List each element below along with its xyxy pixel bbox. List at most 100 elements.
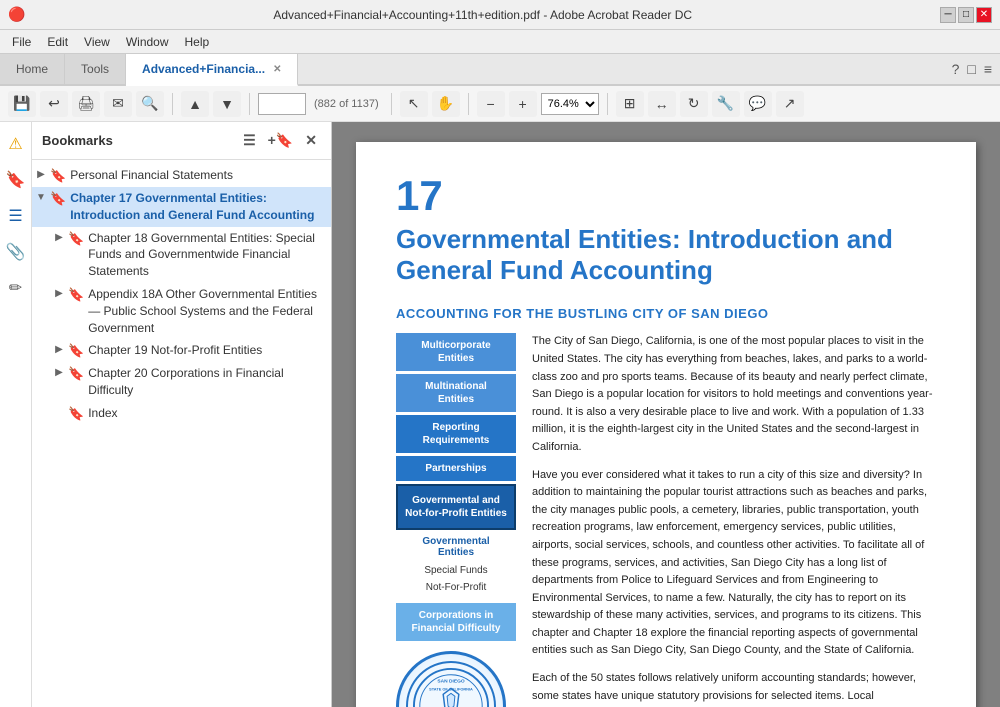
maximize-button[interactable]: □ bbox=[958, 7, 974, 23]
signin-icon[interactable]: □ bbox=[967, 61, 975, 77]
zoom-select[interactable]: 76.4% 50% 75% 100% 150% bbox=[541, 93, 599, 115]
list-item[interactable]: ▶ 🔖 Chapter 19 Not-for-Profit Entities bbox=[32, 339, 331, 362]
page-count: (882 of 1137) bbox=[314, 98, 379, 110]
toolbar: 💾 ↩ 🖨 ✉ 🔍 ▲ ▼ 849 (882 of 1137) ↖ ✋ − + … bbox=[0, 86, 1000, 122]
bookmark-marker: 🔖 bbox=[50, 168, 66, 184]
left-nav: MulticorporateEntities MultinationalEnti… bbox=[396, 333, 516, 707]
comment-button[interactable]: 💬 bbox=[744, 91, 772, 117]
tab-tools-label: Tools bbox=[81, 62, 109, 76]
help-icon[interactable]: ? bbox=[952, 61, 960, 77]
bookmark-marker: 🔖 bbox=[68, 287, 84, 303]
signature-icon[interactable]: ✏ bbox=[5, 274, 26, 302]
app-icon: 🔴 bbox=[8, 6, 25, 23]
chapter-number: 17 bbox=[396, 172, 936, 220]
panel-header: Bookmarks ☰ +🔖 ✕ bbox=[32, 122, 331, 160]
tab-home-label: Home bbox=[16, 62, 48, 76]
menu-help[interactable]: Help bbox=[177, 33, 218, 51]
select-tool-button[interactable]: ↖ bbox=[400, 91, 428, 117]
tab-spacer bbox=[298, 54, 943, 84]
bookmark-marker: 🔖 bbox=[68, 406, 84, 422]
tab-document[interactable]: Advanced+Financia... ✕ bbox=[126, 54, 298, 86]
panel-menu-button[interactable]: ☰ bbox=[239, 130, 260, 151]
bm-text: Chapter 17 Governmental Entities: Introd… bbox=[70, 190, 323, 224]
content-layout: MulticorporateEntities MultinationalEnti… bbox=[396, 333, 936, 707]
list-item[interactable]: ▶ 🔖 Personal Financial Statements bbox=[32, 164, 331, 187]
menu-window[interactable]: Window bbox=[118, 33, 177, 51]
bookmark-marker: 🔖 bbox=[68, 343, 84, 359]
panel-add-button[interactable]: +🔖 bbox=[264, 130, 298, 151]
tools-button[interactable]: 🔧 bbox=[712, 91, 740, 117]
panel-close-button[interactable]: ✕ bbox=[301, 130, 321, 151]
page-input[interactable]: 849 bbox=[258, 93, 306, 115]
nav-item-corporations: Corporations inFinancial Difficulty bbox=[396, 603, 516, 641]
prev-page-button[interactable]: ▲ bbox=[181, 91, 209, 117]
warning-icon: ⚠ bbox=[4, 130, 26, 158]
bm-text: Index bbox=[88, 405, 117, 422]
tab-document-label: Advanced+Financia... bbox=[142, 62, 265, 76]
hand-tool-button[interactable]: ✋ bbox=[432, 91, 460, 117]
nav-item-reporting: ReportingRequirements bbox=[396, 415, 516, 453]
more-icon[interactable]: ≡ bbox=[984, 61, 992, 77]
save-button[interactable]: 💾 bbox=[8, 91, 36, 117]
menu-bar: File Edit View Window Help bbox=[0, 30, 1000, 54]
panel-title: Bookmarks bbox=[42, 133, 113, 148]
pdf-area[interactable]: 17 Governmental Entities: Introduction a… bbox=[332, 122, 1000, 707]
list-item[interactable]: 🔖 Index bbox=[32, 402, 331, 425]
attachment-icon[interactable]: 📎 bbox=[2, 238, 30, 266]
paragraph-1: The City of San Diego, California, is on… bbox=[532, 333, 936, 456]
nav-item-multinational: MultinationalEntities bbox=[396, 374, 516, 412]
bm-text: Personal Financial Statements bbox=[70, 167, 233, 184]
bookmark-marker: 🔖 bbox=[68, 366, 84, 382]
fit-page-button[interactable]: ⊞ bbox=[616, 91, 644, 117]
rotate-button[interactable]: ↻ bbox=[680, 91, 708, 117]
close-button[interactable]: ✕ bbox=[976, 7, 992, 23]
bookmarks-panel-icon[interactable]: ☰ bbox=[4, 202, 26, 230]
tab-close-button[interactable]: ✕ bbox=[273, 64, 281, 75]
sep5 bbox=[607, 93, 608, 115]
nav-item-notforprofit: Not-For-Profit bbox=[396, 580, 516, 595]
expand-icon[interactable]: ▶ bbox=[50, 367, 68, 378]
search-button[interactable]: 🔍 bbox=[136, 91, 164, 117]
bookmark-marker: 🔖 bbox=[50, 191, 66, 207]
pdf-page: 17 Governmental Entities: Introduction a… bbox=[356, 142, 976, 707]
sep3 bbox=[391, 93, 392, 115]
title-bar-left: 🔴 bbox=[8, 6, 25, 23]
expand-icon[interactable]: ▶ bbox=[32, 169, 50, 180]
minimize-button[interactable]: ─ bbox=[940, 7, 956, 23]
main-area: ⚠ 🔖 ☰ 📎 ✏ Bookmarks ☰ +🔖 ✕ ▶ 🔖 Personal … bbox=[0, 122, 1000, 707]
sep4 bbox=[468, 93, 469, 115]
list-item[interactable]: ▶ 🔖 Appendix 18A Other Governmental Enti… bbox=[32, 283, 331, 339]
side-icons: ⚠ 🔖 ☰ 📎 ✏ bbox=[0, 122, 32, 707]
menu-file[interactable]: File bbox=[4, 33, 39, 51]
paragraph-3: Each of the 50 states follows relatively… bbox=[532, 670, 936, 707]
tab-tools[interactable]: Tools bbox=[65, 54, 126, 84]
expand-icon[interactable]: ▶ bbox=[50, 288, 68, 299]
menu-view[interactable]: View bbox=[76, 33, 118, 51]
bookmark-marker: 🔖 bbox=[68, 231, 84, 247]
fit-width-button[interactable]: ↔ bbox=[648, 91, 676, 117]
zoom-in-button[interactable]: + bbox=[509, 91, 537, 117]
bm-text: Chapter 20 Corporations in Financial Dif… bbox=[88, 365, 323, 399]
undo-button[interactable]: ↩ bbox=[40, 91, 68, 117]
email-button[interactable]: ✉ bbox=[104, 91, 132, 117]
print-button[interactable]: 🖨 bbox=[72, 91, 100, 117]
bm-text: Appendix 18A Other Governmental Entities… bbox=[88, 286, 323, 336]
share-button[interactable]: ↗ bbox=[776, 91, 804, 117]
title-bar: 🔴 Advanced+Financial+Accounting+11th+edi… bbox=[0, 0, 1000, 30]
chapter-title: Governmental Entities: Introduction and … bbox=[396, 224, 936, 286]
next-page-button[interactable]: ▼ bbox=[213, 91, 241, 117]
seal-svg: SAN DIEGO STATE OF CALIFORNIA SEMPER VIG… bbox=[411, 667, 491, 707]
list-item[interactable]: ▶ 🔖 Chapter 18 Governmental Entities: Sp… bbox=[32, 227, 331, 283]
bookmark-icon[interactable]: 🔖 bbox=[2, 166, 30, 194]
menu-edit[interactable]: Edit bbox=[39, 33, 76, 51]
tab-right-icons: ? □ ≡ bbox=[944, 54, 1000, 84]
expand-icon[interactable]: ▶ bbox=[50, 344, 68, 355]
section-heading: ACCOUNTING FOR THE BUSTLING CITY OF SAN … bbox=[396, 306, 936, 321]
tab-home[interactable]: Home bbox=[0, 54, 65, 84]
expand-icon[interactable]: ▶ bbox=[50, 232, 68, 243]
list-item[interactable]: ▼ 🔖 Chapter 17 Governmental Entities: In… bbox=[32, 187, 331, 227]
zoom-out-button[interactable]: − bbox=[477, 91, 505, 117]
expand-icon[interactable]: ▼ bbox=[32, 192, 50, 203]
list-item[interactable]: ▶ 🔖 Chapter 20 Corporations in Financial… bbox=[32, 362, 331, 402]
panel-tools: ☰ +🔖 ✕ bbox=[239, 130, 321, 151]
